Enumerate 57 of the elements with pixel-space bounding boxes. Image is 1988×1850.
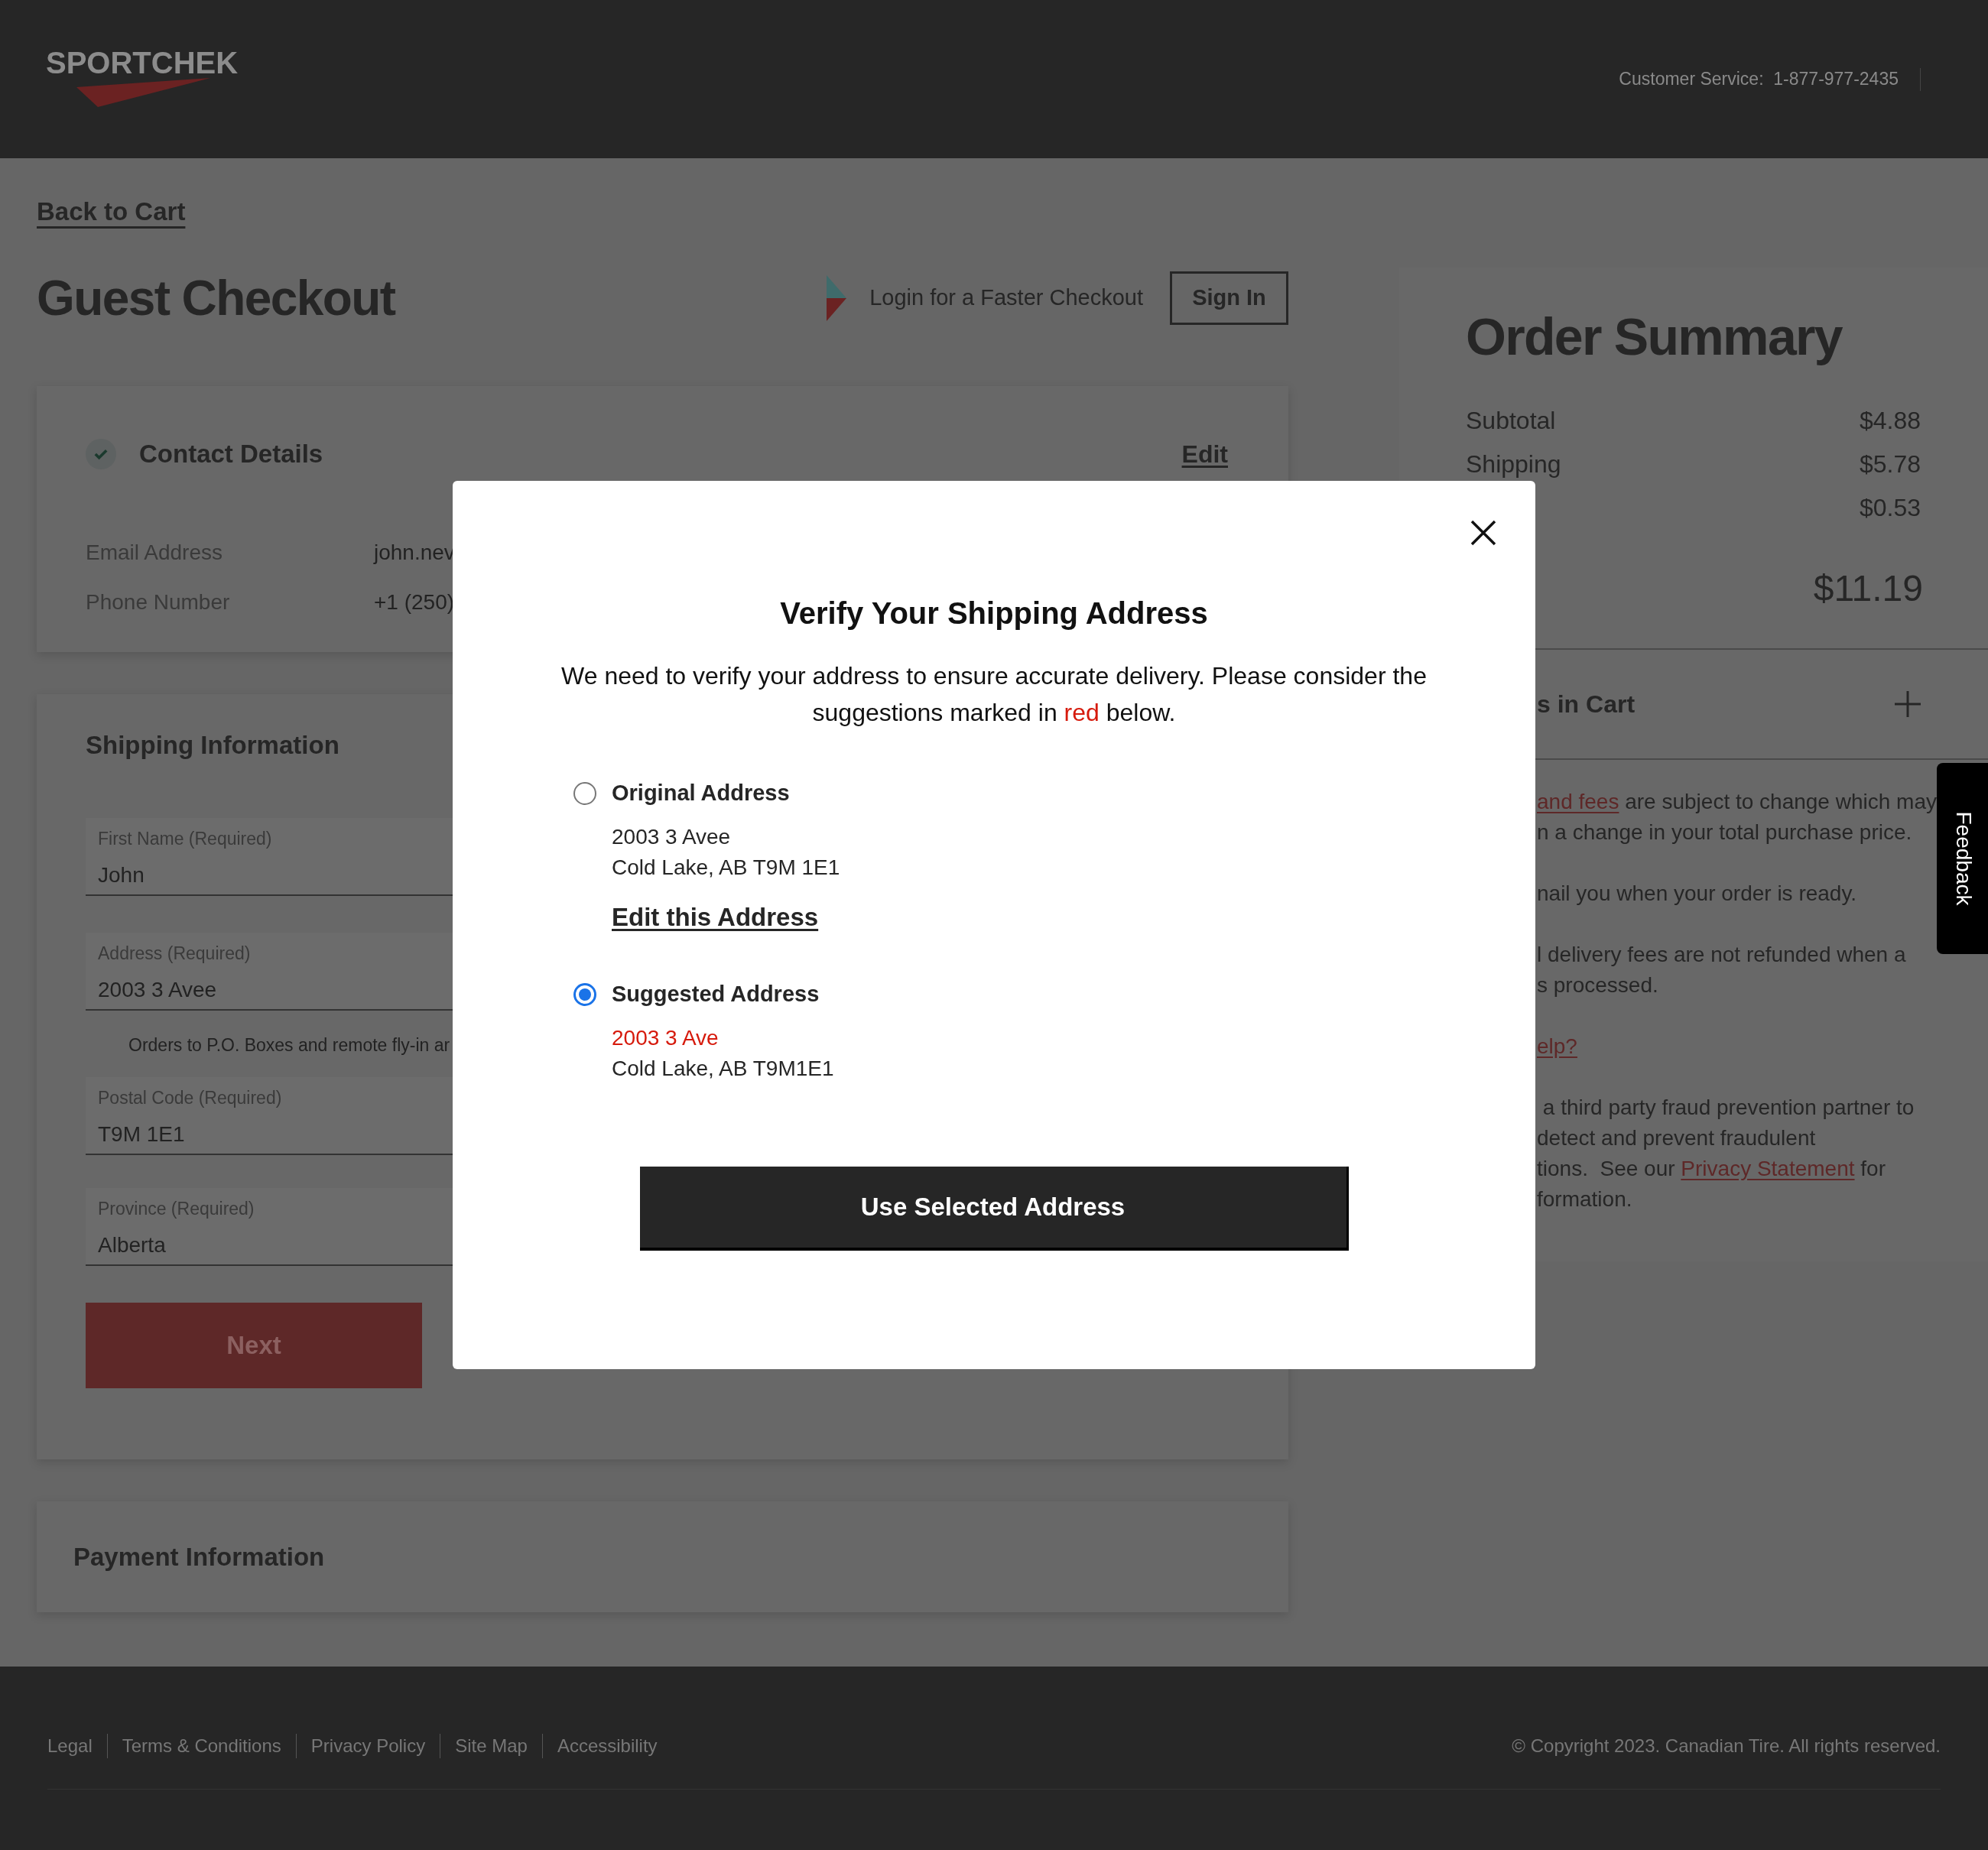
note-text: nail you when your order is ready. bbox=[1537, 881, 1857, 905]
plus-icon[interactable] bbox=[1895, 691, 1921, 717]
option-title: Original Address bbox=[612, 780, 790, 807]
summary-label: Shipping bbox=[1466, 450, 1561, 479]
summary-amount: $0.53 bbox=[1859, 493, 1921, 523]
summary-amount: $4.88 bbox=[1859, 406, 1921, 436]
note-text: l delivery fees are not refunded when a bbox=[1537, 943, 1906, 966]
note-text: a third party fraud prevention partner to bbox=[1541, 1095, 1915, 1119]
footer-link[interactable]: Legal bbox=[47, 1732, 93, 1760]
note-link[interactable]: elp? bbox=[1537, 1034, 1577, 1058]
login-flag-icon bbox=[827, 275, 847, 321]
summary-amount: $5.78 bbox=[1859, 450, 1921, 479]
address-line: Cold Lake, AB T9M 1E1 bbox=[612, 854, 840, 881]
next-button[interactable]: Next bbox=[86, 1303, 422, 1388]
address-line: 2003 3 Avee bbox=[612, 823, 732, 850]
login-prompt: Login for a Faster Checkout bbox=[869, 284, 1143, 312]
note-text: for bbox=[1860, 1157, 1886, 1180]
footer-link[interactable]: Accessibility bbox=[557, 1732, 658, 1760]
logo[interactable]: SPORTCHEK bbox=[46, 41, 275, 118]
note-text: s processed. bbox=[1537, 973, 1658, 997]
section-title: Contact Details bbox=[139, 439, 323, 469]
note-text: formation. bbox=[1537, 1187, 1632, 1211]
field-value: +1 (250) bbox=[374, 589, 455, 615]
option-title: Suggested Address bbox=[612, 981, 820, 1008]
sign-in-button[interactable]: Sign In bbox=[1170, 271, 1288, 325]
order-summary-title: Order Summary bbox=[1466, 307, 1843, 367]
note-link[interactable]: Privacy Statement bbox=[1681, 1157, 1855, 1180]
edit-link[interactable]: Edit bbox=[1181, 436, 1228, 472]
shipping-notice: Orders to P.O. Boxes and remote fly-in ar bbox=[128, 1034, 450, 1056]
section-title: Payment Information bbox=[73, 1541, 325, 1572]
section-title: Shipping Information bbox=[86, 730, 340, 761]
customer-service-text: Customer Service: 1-877-977-2435 bbox=[1619, 68, 1899, 91]
copyright-text: © Copyright 2023. Canadian Tire. All rights reserved. bbox=[1512, 1735, 1941, 1758]
items-in-cart-heading: s in Cart bbox=[1537, 690, 1636, 719]
dialog-title: Verify Your Shipping Address bbox=[780, 596, 1208, 631]
note-text: n a change in your total purchase price. bbox=[1537, 820, 1912, 844]
total-amount: $11.19 bbox=[1813, 567, 1923, 610]
close-button[interactable] bbox=[1470, 520, 1496, 546]
note-link[interactable]: and fees bbox=[1537, 790, 1619, 813]
address-line: Cold Lake, AB T9M1E1 bbox=[612, 1055, 835, 1082]
dialog-message: We need to verify your address to ensure accurate delivery. Please consider the suggestions marked in red below. bbox=[560, 661, 1428, 728]
back-to-cart-link[interactable]: Back to Cart bbox=[37, 196, 186, 227]
feedback-tab[interactable]: Feedback bbox=[1937, 763, 1988, 954]
note-text: tions. See our bbox=[1537, 1157, 1676, 1180]
summary-label: Subtotal bbox=[1466, 406, 1556, 436]
note-text: detect and prevent fraudulent bbox=[1537, 1126, 1816, 1150]
page-title: Guest Checkout bbox=[37, 270, 395, 327]
radio-button[interactable] bbox=[573, 982, 596, 1006]
edit-address-link[interactable]: Edit this Address bbox=[612, 897, 819, 936]
footer-link[interactable]: Terms & Conditions bbox=[122, 1732, 281, 1760]
radio-button[interactable] bbox=[573, 781, 596, 805]
address-line: 2003 3 Ave bbox=[612, 1024, 720, 1051]
field-value: john.nev bbox=[374, 540, 455, 566]
footer-link[interactable]: Site Map bbox=[455, 1732, 528, 1760]
note-text: are subject to change which may bbox=[1624, 790, 1937, 813]
use-selected-address-button[interactable]: Use Selected Address bbox=[639, 1166, 1349, 1251]
footer-link[interactable]: Privacy Policy bbox=[310, 1732, 426, 1760]
